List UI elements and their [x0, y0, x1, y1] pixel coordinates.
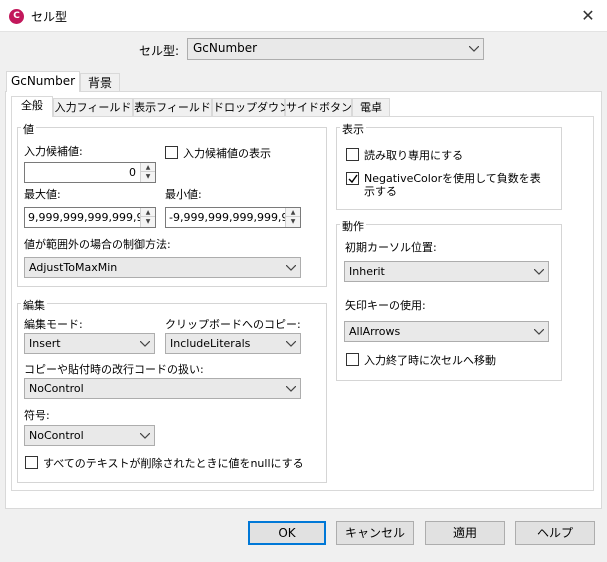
newline-value: NoControl [29, 382, 84, 395]
sign-value: NoControl [29, 429, 84, 442]
spin-down-icon[interactable]: ▼ [286, 217, 300, 226]
chevron-down-icon [285, 258, 297, 277]
cancel-button[interactable]: キャンセル [336, 521, 414, 545]
spin-up-icon[interactable]: ▲ [286, 208, 300, 217]
tab-general[interactable]: 全般 [11, 96, 53, 117]
candidate-value-text: 0 [129, 166, 136, 179]
readonly-checkbox[interactable] [346, 148, 359, 161]
spin-down-icon[interactable]: ▼ [141, 172, 155, 181]
arrow-keys-value: AllArrows [349, 325, 401, 338]
spin-up-icon[interactable]: ▲ [141, 163, 155, 172]
candidate-value-label: 入力候補値: [24, 145, 83, 158]
show-candidate-checkbox[interactable] [165, 146, 178, 159]
celltype-label: セル型: [139, 44, 180, 58]
candidate-spinner[interactable]: ▲ ▼ [140, 163, 155, 182]
chevron-down-icon [533, 322, 545, 341]
clipboard-value: IncludeLiterals [170, 337, 251, 350]
out-of-range-select[interactable]: AdjustToMaxMin [24, 257, 301, 278]
chevron-down-icon [285, 379, 297, 398]
tab-gcnumber[interactable]: GcNumber [6, 71, 80, 92]
out-of-range-value: AdjustToMaxMin [29, 261, 118, 274]
title-bar: C セル型 ✕ [0, 0, 607, 32]
edit-mode-select[interactable]: Insert [24, 333, 155, 354]
checkmark-icon [348, 174, 358, 184]
sign-label: 符号: [24, 409, 50, 422]
min-spinner[interactable]: ▲ ▼ [285, 208, 300, 227]
app-icon: C [9, 9, 24, 24]
max-value-label: 最大値: [24, 188, 61, 201]
next-cell-label: 入力終了時に次セルへ移動 [364, 354, 496, 367]
behavior-group-title: 動作 [340, 218, 366, 234]
display-group-title: 表示 [340, 121, 366, 137]
negative-color-label-cont: 示する [364, 185, 397, 198]
edit-mode-value: Insert [29, 337, 61, 350]
chevron-down-icon [533, 262, 545, 281]
min-value-input[interactable]: -9,999,999,999,999,999 ▲ ▼ [165, 207, 301, 228]
candidate-value-input[interactable]: 0 ▲ ▼ [24, 162, 156, 183]
show-candidate-label: 入力候補値の表示 [183, 147, 271, 160]
chevron-down-icon [139, 334, 151, 353]
min-value-text: -9,999,999,999,999,999 [169, 211, 301, 224]
edit-mode-label: 編集モード: [24, 318, 83, 331]
clipboard-select[interactable]: IncludeLiterals [165, 333, 301, 354]
max-spinner[interactable]: ▲ ▼ [140, 208, 155, 227]
newline-label: コピーや貼付時の改行コードの扱い: [24, 363, 204, 376]
tab-calculator[interactable]: 電卓 [352, 98, 390, 117]
value-group-title: 値 [21, 121, 36, 137]
ok-button[interactable]: OK [248, 521, 326, 545]
null-on-delete-label: すべてのテキストが削除されたときに値をnullにする [43, 457, 304, 470]
initial-cursor-value: Inherit [349, 265, 385, 278]
tab-display-field[interactable]: 表示フィールド [133, 98, 212, 117]
chevron-down-icon [139, 426, 151, 445]
tab-dropdown[interactable]: ドロップダウン [212, 98, 290, 117]
edit-group-title: 編集 [21, 297, 47, 313]
initial-cursor-label: 初期カーソル位置: [345, 241, 437, 254]
null-on-delete-checkbox[interactable] [25, 456, 38, 469]
close-icon[interactable]: ✕ [575, 4, 601, 28]
out-of-range-label: 値が範囲外の場合の制御方法: [24, 238, 171, 251]
max-value-input[interactable]: 9,999,999,999,999,999. ▲ ▼ [24, 207, 156, 228]
arrow-keys-select[interactable]: AllArrows [344, 321, 549, 342]
next-cell-checkbox[interactable] [346, 353, 359, 366]
clipboard-label: クリップボードへのコピー: [165, 318, 301, 331]
arrow-keys-label: 矢印キーの使用: [345, 299, 426, 312]
negative-color-checkbox[interactable] [346, 172, 359, 185]
chevron-down-icon [285, 334, 297, 353]
celltype-select[interactable]: GcNumber [187, 38, 484, 60]
initial-cursor-select[interactable]: Inherit [344, 261, 549, 282]
readonly-label: 読み取り専用にする [364, 149, 464, 162]
apply-button[interactable]: 適用 [425, 521, 505, 545]
tab-background[interactable]: 背景 [80, 73, 120, 92]
window-title: セル型 [31, 10, 68, 24]
help-button[interactable]: ヘルプ [515, 521, 595, 545]
sign-select[interactable]: NoControl [24, 425, 155, 446]
chevron-down-icon [468, 39, 480, 58]
tab-side-button[interactable]: サイドボタン [285, 98, 352, 117]
celltype-value: GcNumber [193, 41, 258, 55]
tab-input-field[interactable]: 入力フィールド [53, 98, 133, 117]
spin-down-icon[interactable]: ▼ [141, 217, 155, 226]
spin-up-icon[interactable]: ▲ [141, 208, 155, 217]
max-value-text: 9,999,999,999,999,999. [28, 211, 156, 224]
newline-select[interactable]: NoControl [24, 378, 301, 399]
min-value-label: 最小値: [165, 188, 202, 201]
